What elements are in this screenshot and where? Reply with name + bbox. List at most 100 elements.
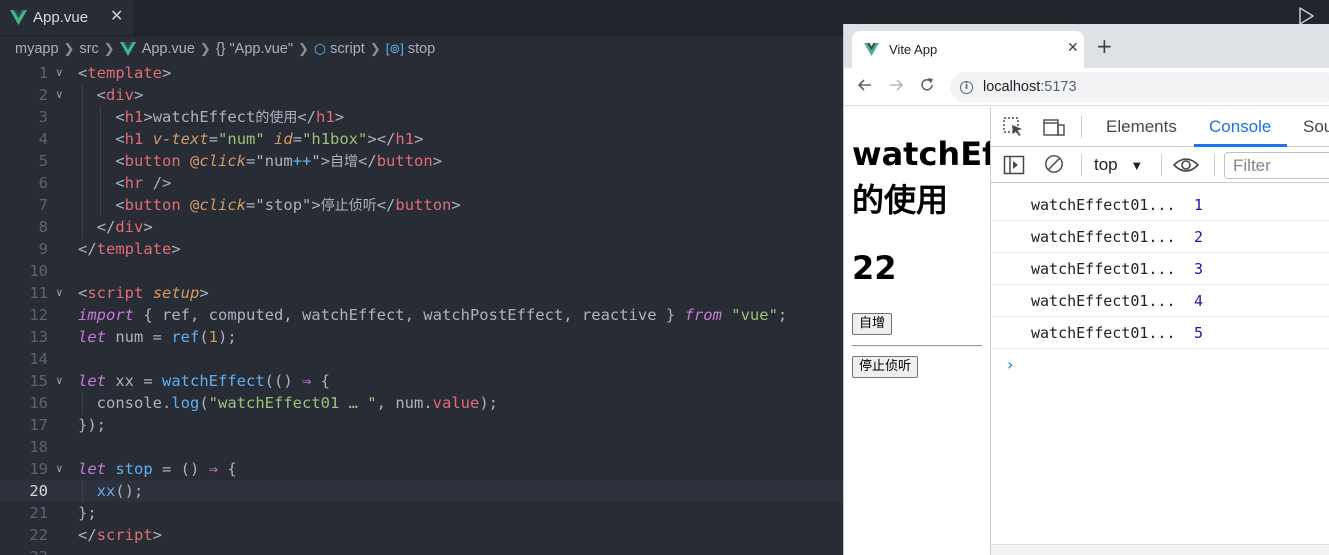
code-line[interactable]: 13 let num = ref(1); (0, 326, 845, 348)
console-log-entry[interactable]: watchEffect01... 3 (991, 253, 1329, 285)
increment-button[interactable]: 自增 (852, 313, 893, 335)
code-line[interactable]: 3 <h1>watchEffect的使用</h1> (0, 106, 845, 128)
code-line[interactable]: 1 ∨ <template> (0, 62, 845, 84)
console-log-entry[interactable]: watchEffect01... 1 (991, 189, 1329, 221)
chevron-right-icon: ❯ (298, 41, 309, 56)
site-info-icon[interactable]: i (960, 80, 973, 94)
sidebar-toggle-icon[interactable] (1003, 155, 1025, 175)
code-line[interactable]: 7 <button @click="stop">停止侦听</button> (0, 194, 845, 216)
fold-chevron-icon[interactable]: ∨ (56, 84, 63, 106)
browser-tab-vite-app[interactable]: Vite App ✕ (852, 31, 1084, 68)
code-line[interactable]: 12 import { ref, computed, watchEffect, w… (0, 304, 845, 326)
code-token: ); (479, 394, 498, 412)
code-token: /> (152, 174, 172, 192)
browser-window: Vite App ✕ + i localhost:5173 watchEff (843, 24, 1329, 555)
code-token: button (376, 152, 433, 170)
fold-chevron-icon[interactable]: ∨ (56, 458, 63, 480)
code-line[interactable]: 18 (0, 436, 845, 458)
code-line[interactable]: 9 </template> (0, 238, 845, 260)
code-editor[interactable]: 1 ∨ <template> 2 ∨ <div> 3 <h1>watchEffect的使用… (0, 62, 845, 555)
code-line[interactable]: 8 </div> (0, 216, 845, 238)
back-arrow-icon[interactable] (856, 76, 874, 94)
code-token: "watchEffect01 … " (208, 394, 377, 412)
code-line[interactable]: 6 <hr /> (0, 172, 845, 194)
code-token: > (414, 130, 424, 148)
breadcrumb-section[interactable]: script (330, 41, 365, 57)
device-toolbar-icon[interactable] (1043, 117, 1065, 137)
code-token: watchEffect (162, 372, 265, 390)
code-line[interactable]: 20 xx(); (0, 480, 845, 502)
clear-console-icon[interactable] (1043, 154, 1065, 174)
code-token: ( (199, 394, 209, 412)
code-text: <button @click="stop">停止侦听</button> (78, 194, 461, 217)
tab-console[interactable]: Console (1209, 117, 1271, 137)
code-token: stop (115, 460, 153, 478)
code-token: { (311, 372, 330, 390)
devtools-tabbar: Elements Console Sou (991, 107, 1329, 147)
fold-chevron-icon[interactable]: ∨ (56, 62, 63, 84)
tab-elements[interactable]: Elements (1106, 117, 1177, 137)
tab-sources[interactable]: Sou (1303, 117, 1329, 137)
code-line[interactable]: 23 (0, 546, 845, 555)
page-viewport: watchEffect 的使用 22 自增 停止侦听 (844, 107, 990, 555)
code-token: template (87, 64, 162, 82)
breadcrumb: myapp ❯ src ❯ App.vue ❯ {} "App.vue" ❯ ⬡… (0, 36, 845, 62)
tab-app-vue[interactable]: App.vue ✕ (0, 0, 134, 35)
close-icon[interactable]: ✕ (110, 6, 123, 25)
inspect-element-icon[interactable] (1003, 117, 1025, 137)
breadcrumb-component[interactable]: "App.vue" (230, 41, 294, 57)
breadcrumb-symbol[interactable]: stop (408, 41, 435, 57)
code-line[interactable]: 14 (0, 348, 845, 370)
code-token: > (451, 196, 461, 214)
fold-chevron-icon[interactable]: ∨ (56, 282, 63, 304)
code-line[interactable]: 15 ∨ let xx = watchEffect(() ⇒ { (0, 370, 845, 392)
context-selector[interactable]: top ▼ (1094, 155, 1143, 175)
new-tab-button[interactable]: + (1096, 36, 1113, 56)
braces-icon: {} (215, 41, 226, 57)
fold-chevron-icon[interactable]: ∨ (56, 370, 63, 392)
page-counter-h1box: 22 (852, 249, 897, 287)
code-token: let (78, 372, 106, 390)
code-token: < (78, 130, 125, 148)
console-log-entry[interactable]: watchEffect01... 5 (991, 317, 1329, 349)
console-log-entry[interactable]: watchEffect01... 2 (991, 221, 1329, 253)
code-line[interactable]: 19 ∨ let stop = () ⇒ { (0, 458, 845, 480)
code-token: =" (246, 152, 265, 170)
code-line[interactable]: 17}); (0, 414, 845, 436)
stop-watching-button[interactable]: 停止侦听 (852, 356, 919, 378)
code-token: setup (152, 284, 200, 302)
code-token: < (78, 174, 125, 192)
code-line[interactable]: 5 <button @click="num++">自增</button> (0, 150, 845, 172)
reload-icon[interactable] (918, 76, 936, 94)
code-token: "vue" (731, 306, 778, 324)
console-log-entry[interactable]: watchEffect01... 4 (991, 285, 1329, 317)
line-number: 23 (0, 546, 48, 555)
address-bar[interactable]: i localhost:5173 (950, 72, 1329, 102)
code-text: <template> (78, 62, 171, 84)
code-token: ++ (292, 152, 312, 170)
forward-arrow-icon[interactable] (887, 76, 905, 94)
code-token: button (124, 196, 181, 214)
code-line[interactable]: 11 ∨ <script setup> (0, 282, 845, 304)
breadcrumb-folder[interactable]: src (79, 41, 98, 57)
code-text: </script> (78, 524, 162, 546)
code-line[interactable]: 21}; (0, 502, 845, 524)
code-line[interactable]: 22 </script> (0, 524, 845, 546)
log-value: 3 (1194, 260, 1204, 278)
code-line[interactable]: 4 <h1 v-text="num" id="h1box"></h1> (0, 128, 845, 150)
eye-icon[interactable] (1173, 155, 1199, 175)
close-icon[interactable]: ✕ (1067, 40, 1079, 56)
toolbar-divider (1081, 154, 1082, 176)
code-text: </template> (78, 238, 181, 260)
console-filter-input[interactable]: Filter (1224, 152, 1329, 179)
code-line[interactable]: 10 (0, 260, 845, 282)
breadcrumb-project[interactable]: myapp (15, 41, 59, 57)
code-line[interactable]: 16 console.log("watchEffect01 … ", num.v… (0, 392, 845, 414)
console-prompt-icon[interactable]: › (1007, 355, 1013, 374)
breadcrumb-file[interactable]: App.vue (142, 41, 195, 57)
code-line[interactable]: 2 ∨ <div> (0, 84, 845, 106)
run-icon[interactable] (1297, 7, 1315, 25)
